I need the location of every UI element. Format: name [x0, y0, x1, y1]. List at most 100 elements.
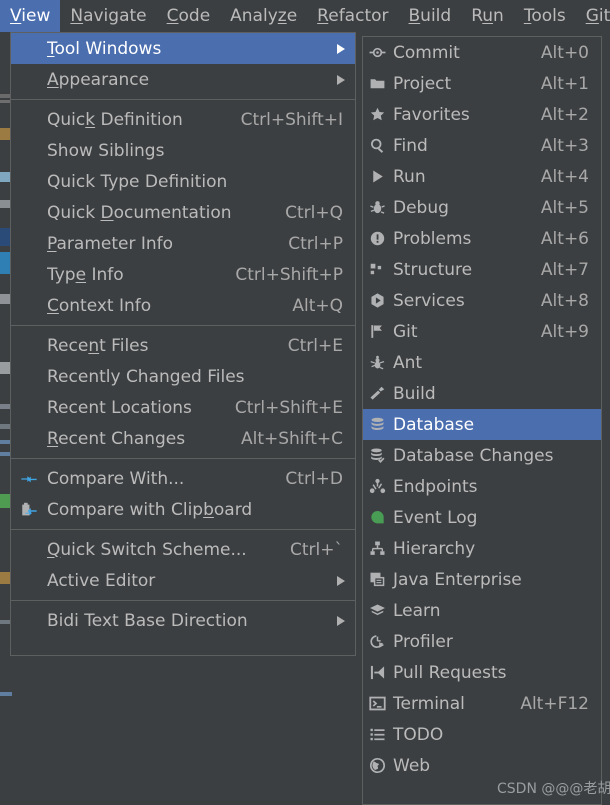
- database-icon: [363, 409, 391, 440]
- menu-item-services[interactable]: Services Alt+8: [363, 285, 601, 316]
- menu-item-find[interactable]: Find Alt+3: [363, 130, 601, 161]
- menu-item-quick-documentation[interactable]: Quick Documentation Ctrl+Q: [11, 197, 355, 228]
- menu-item-recent-locations[interactable]: Recent Locations Ctrl+Shift+E: [11, 392, 355, 423]
- menu-item-show-siblings[interactable]: Show Siblings: [11, 135, 355, 166]
- menu-item-learn[interactable]: Learn: [363, 595, 601, 626]
- chevron-right-icon: [331, 575, 355, 586]
- no-icon: [11, 64, 47, 95]
- menubar-item-refactor[interactable]: Refactor: [307, 0, 398, 32]
- menu-item-appearance[interactable]: Appearance: [11, 64, 355, 95]
- menu-item-pull-requests[interactable]: Pull Requests: [363, 657, 601, 688]
- menu-item-quick-definition[interactable]: Quick Definition Ctrl+Shift+I: [11, 104, 355, 135]
- menu-item-todo[interactable]: TODO: [363, 719, 601, 750]
- menu-item-label: Quick Type Definition: [47, 171, 228, 192]
- menu-item-recently-changed-files[interactable]: Recently Changed Files: [11, 361, 355, 392]
- no-icon: [11, 33, 47, 64]
- services-icon: [363, 285, 391, 316]
- menu-separator: [11, 325, 355, 326]
- menu-item-parameter-info[interactable]: Parameter Info Ctrl+P: [11, 228, 355, 259]
- menu-item-label: Project: [393, 73, 452, 94]
- menu-item-tool-windows[interactable]: Tool Windows: [11, 33, 355, 64]
- no-icon: [11, 228, 47, 259]
- menu-item-label: Profiler: [393, 631, 453, 652]
- no-icon: [11, 259, 47, 290]
- menu-item-build[interactable]: Build: [363, 378, 601, 409]
- no-icon: [11, 330, 47, 361]
- menu-item-web[interactable]: Web: [363, 750, 601, 781]
- menu-item-label: Java Enterprise: [393, 569, 522, 590]
- menu-item-event-log[interactable]: Event Log: [363, 502, 601, 533]
- menu-item-commit[interactable]: Commit Alt+0: [363, 37, 601, 68]
- menu-item-debug[interactable]: Debug Alt+5: [363, 192, 601, 223]
- menu-item-label: Structure: [393, 259, 473, 280]
- menu-item-terminal[interactable]: Terminal Alt+F12: [363, 688, 601, 719]
- compare-icon: [11, 463, 47, 494]
- no-icon: [11, 104, 47, 135]
- no-icon: [11, 166, 47, 197]
- menu-item-label: Parameter Info: [47, 233, 174, 254]
- menubar-item-tools[interactable]: Tools: [514, 0, 576, 32]
- no-icon: [11, 605, 47, 636]
- menu-item-shortcut: Alt+3: [540, 135, 589, 156]
- menu-item-quick-switch-scheme[interactable]: Quick Switch Scheme... Ctrl+`: [11, 534, 355, 565]
- menubar-item-run[interactable]: Run: [461, 0, 514, 32]
- view-menu-popup[interactable]: Tool Windows Appearance Quick Definition Ct…: [10, 32, 356, 656]
- menu-item-database[interactable]: Database: [363, 409, 601, 440]
- no-icon: [11, 135, 47, 166]
- menubar-item-view[interactable]: View: [0, 0, 61, 32]
- menu-item-shortcut: Ctrl+Q: [285, 202, 343, 223]
- menu-item-git[interactable]: Git Alt+9: [363, 316, 601, 347]
- terminal-icon: [363, 688, 391, 719]
- profiler-icon: [363, 626, 391, 657]
- menu-item-context-info[interactable]: Context Info Alt+Q: [11, 290, 355, 321]
- menu-item-label: Web: [393, 755, 431, 776]
- menu-item-compare-with[interactable]: Compare With... Ctrl+D: [11, 463, 355, 494]
- learn-icon: [363, 595, 391, 626]
- menu-item-label: Endpoints: [393, 476, 478, 497]
- pull-requests-icon: [363, 657, 391, 688]
- menubar-item-git[interactable]: Git: [576, 0, 610, 32]
- menu-item-type-info[interactable]: Type Info Ctrl+Shift+P: [11, 259, 355, 290]
- menu-item-quick-type-definition[interactable]: Quick Type Definition: [11, 166, 355, 197]
- menu-item-label: Git: [393, 321, 418, 342]
- menu-item-database-changes[interactable]: Database Changes: [363, 440, 601, 471]
- menu-item-project[interactable]: Project Alt+1: [363, 68, 601, 99]
- menu-item-hierarchy[interactable]: Hierarchy: [363, 533, 601, 564]
- menu-item-structure[interactable]: Structure Alt+7: [363, 254, 601, 285]
- menu-item-ant[interactable]: Ant: [363, 347, 601, 378]
- menu-item-label: Context Info: [47, 295, 152, 316]
- menu-item-label: Learn: [393, 600, 441, 621]
- menu-item-profiler[interactable]: Profiler: [363, 626, 601, 657]
- menubar-item-code[interactable]: Code: [157, 0, 221, 32]
- menu-item-shortcut: Ctrl+Shift+P: [235, 264, 343, 285]
- menu-item-shortcut: Alt+1: [540, 73, 589, 94]
- menu-item-shortcut: Alt+4: [540, 166, 589, 187]
- menu-item-java-enterprise[interactable]: Java Enterprise: [363, 564, 601, 595]
- menu-item-label: Quick Definition: [47, 109, 183, 130]
- menu-item-compare-with-clipboard[interactable]: Compare with Clipboard: [11, 494, 355, 525]
- menu-item-active-editor[interactable]: Active Editor: [11, 565, 355, 596]
- menu-item-label: Run: [393, 166, 426, 187]
- menu-item-recent-files[interactable]: Recent Files Ctrl+E: [11, 330, 355, 361]
- star-icon: [363, 99, 391, 130]
- menubar-item-navigate[interactable]: Navigate: [60, 0, 156, 32]
- tool-windows-submenu-popup[interactable]: Commit Alt+0 Project Alt+1 Favorites Alt+2 Fin…: [362, 36, 602, 805]
- play-icon: [363, 161, 391, 192]
- menu-item-problems[interactable]: Problems Alt+6: [363, 223, 601, 254]
- main-menu-bar[interactable]: View Navigate Code Analyze Refactor Buil…: [0, 0, 610, 32]
- menu-item-label: Recently Changed Files: [47, 366, 245, 387]
- menu-item-label: Appearance: [47, 69, 150, 90]
- menu-item-run[interactable]: Run Alt+4: [363, 161, 601, 192]
- menubar-item-build[interactable]: Build: [399, 0, 462, 32]
- menu-item-endpoints[interactable]: Endpoints: [363, 471, 601, 502]
- menu-item-recent-changes[interactable]: Recent Changes Alt+Shift+C: [11, 423, 355, 454]
- menu-item-shortcut: Alt+2: [540, 104, 589, 125]
- chevron-right-icon: [331, 74, 355, 85]
- menu-item-favorites[interactable]: Favorites Alt+2: [363, 99, 601, 130]
- menu-item-label: Pull Requests: [393, 662, 507, 683]
- menu-separator: [11, 458, 355, 459]
- menu-item-bidi-text-base-direction[interactable]: Bidi Text Base Direction: [11, 605, 355, 636]
- endpoints-icon: [363, 471, 391, 502]
- menubar-item-analyze[interactable]: Analyze: [220, 0, 307, 32]
- menu-item-label: Type Info: [47, 264, 124, 285]
